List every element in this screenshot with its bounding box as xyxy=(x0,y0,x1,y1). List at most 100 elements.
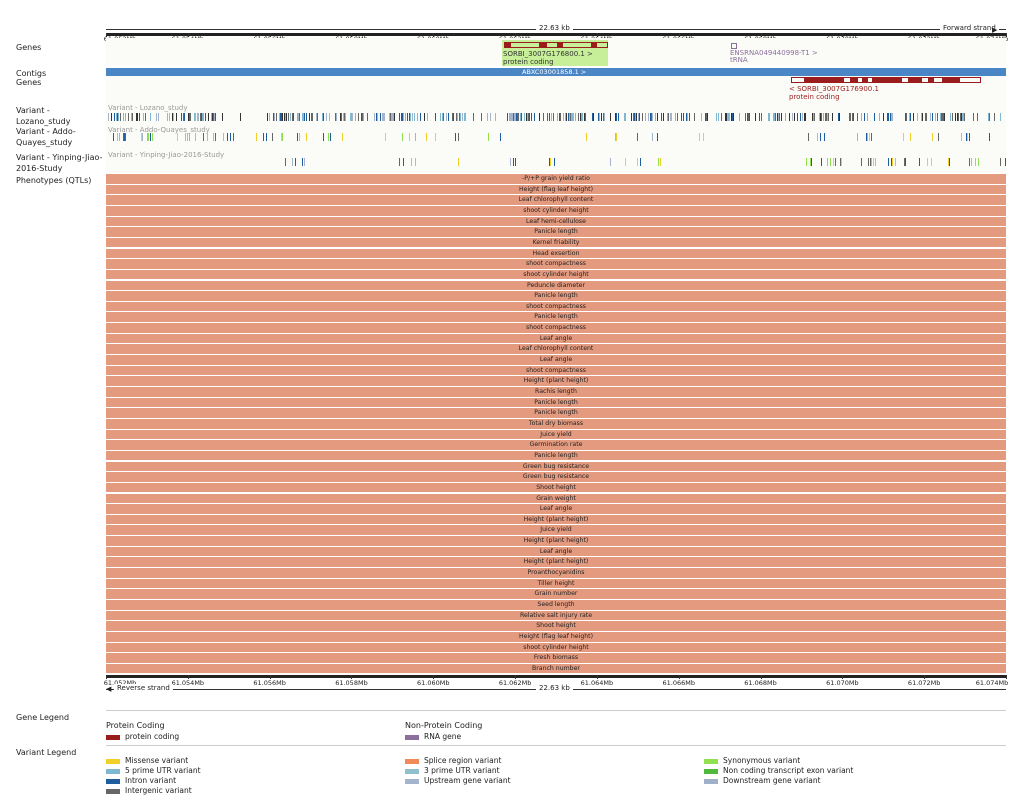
variant-mark[interactable] xyxy=(671,113,672,121)
variant-mark[interactable] xyxy=(616,133,617,141)
variant-mark[interactable] xyxy=(652,113,653,121)
variant-mark[interactable] xyxy=(443,113,444,121)
variant-mark[interactable] xyxy=(827,158,828,166)
variant-mark[interactable] xyxy=(888,113,889,121)
variant-mark[interactable] xyxy=(173,113,174,121)
qtl-row[interactable]: Shoot height xyxy=(106,482,1006,493)
variant-mark[interactable] xyxy=(410,113,411,121)
variant-mark[interactable] xyxy=(150,113,151,121)
variant-mark[interactable] xyxy=(797,113,798,121)
variant-mark[interactable] xyxy=(169,113,170,121)
qtl-row[interactable]: Juice yield xyxy=(106,525,1006,536)
variant-mark[interactable] xyxy=(977,113,978,121)
variant-mark[interactable] xyxy=(312,113,313,121)
variant-mark[interactable] xyxy=(971,158,972,166)
variant-mark[interactable] xyxy=(640,158,641,166)
variant-mark[interactable] xyxy=(769,113,770,121)
variant-mark[interactable] xyxy=(177,133,178,141)
variant-mark[interactable] xyxy=(610,113,611,121)
variant-mark[interactable] xyxy=(529,113,530,121)
variant-mark[interactable] xyxy=(913,113,914,121)
variant-mark[interactable] xyxy=(566,113,567,121)
variant-mark[interactable] xyxy=(867,113,868,121)
variant-mark[interactable] xyxy=(145,113,146,121)
variant-mark[interactable] xyxy=(821,113,822,121)
variant-mark[interactable] xyxy=(326,113,327,121)
qtl-row[interactable]: Leaf angle xyxy=(106,504,1006,514)
qtl-row[interactable]: Panicle length xyxy=(106,450,1006,461)
qtl-row[interactable]: Leaf angle xyxy=(106,355,1006,365)
variant-mark[interactable] xyxy=(203,133,204,141)
variant-mark[interactable] xyxy=(599,113,600,121)
variant-mark[interactable] xyxy=(663,113,664,121)
gene-model-sorbi-176900[interactable] xyxy=(791,77,981,83)
qtl-row[interactable]: Leaf hemi-cellulose xyxy=(106,216,1006,227)
qtl-row[interactable]: -P/+P grain yield ratio xyxy=(106,174,1006,184)
variant-mark[interactable] xyxy=(117,133,118,141)
variant-mark[interactable] xyxy=(868,158,869,166)
variant-mark[interactable] xyxy=(781,113,782,121)
variant-mark[interactable] xyxy=(978,158,979,166)
variant-mark[interactable] xyxy=(560,113,561,121)
variant-mark[interactable] xyxy=(839,113,840,121)
variant-mark[interactable] xyxy=(455,133,456,141)
qtl-row[interactable]: Panicle length xyxy=(106,397,1006,408)
qtl-row[interactable]: Height (plant height) xyxy=(106,514,1006,525)
variant-mark[interactable] xyxy=(792,113,793,121)
variant-mark[interactable] xyxy=(926,113,927,121)
variant-mark[interactable] xyxy=(282,133,283,141)
variant-mark[interactable] xyxy=(458,158,459,166)
variant-mark[interactable] xyxy=(267,113,268,121)
variant-mark[interactable] xyxy=(198,113,199,121)
variant-mark[interactable] xyxy=(295,158,296,166)
variant-mark[interactable] xyxy=(272,133,273,141)
qtl-row[interactable]: Height (flag leaf height) xyxy=(106,184,1006,195)
variant-mark[interactable] xyxy=(227,133,228,141)
qtl-row[interactable]: Branch number xyxy=(106,663,1006,674)
variant-mark[interactable] xyxy=(789,113,790,121)
variant-mark[interactable] xyxy=(215,113,216,121)
variant-mark[interactable] xyxy=(864,113,865,121)
variant-mark[interactable] xyxy=(616,113,617,121)
variant-mark[interactable] xyxy=(699,133,700,141)
variant-mark[interactable] xyxy=(355,113,356,121)
variant-mark[interactable] xyxy=(601,113,602,121)
variant-mark[interactable] xyxy=(487,113,488,121)
variant-mark[interactable] xyxy=(989,133,990,141)
qtl-row[interactable]: Leaf angle xyxy=(106,333,1006,344)
variant-mark[interactable] xyxy=(460,113,461,121)
variant-mark[interactable] xyxy=(808,133,809,141)
variant-mark[interactable] xyxy=(785,113,786,121)
variant-mark[interactable] xyxy=(152,133,153,141)
variant-mark[interactable] xyxy=(873,158,874,166)
variant-mark[interactable] xyxy=(293,113,294,121)
variant-mark[interactable] xyxy=(143,113,144,121)
variant-mark[interactable] xyxy=(931,158,932,166)
variant-mark[interactable] xyxy=(761,113,762,121)
variant-mark[interactable] xyxy=(342,133,343,141)
variant-mark[interactable] xyxy=(420,113,421,121)
variant-mark[interactable] xyxy=(515,158,516,166)
variant-mark[interactable] xyxy=(119,133,120,141)
variant-mark[interactable] xyxy=(1000,113,1001,121)
variant-mark[interactable] xyxy=(639,113,640,121)
variant-mark[interactable] xyxy=(930,113,931,121)
variant-mark[interactable] xyxy=(853,113,854,121)
variant-mark[interactable] xyxy=(207,133,208,141)
variant-mark[interactable] xyxy=(195,113,196,121)
variant-mark[interactable] xyxy=(850,113,851,121)
variant-mark[interactable] xyxy=(415,158,416,166)
variant-mark[interactable] xyxy=(187,133,188,141)
variant-mark[interactable] xyxy=(223,133,224,141)
qtl-row[interactable]: Leaf chlorophyll content xyxy=(106,344,1006,354)
variant-mark[interactable] xyxy=(358,113,359,121)
variant-mark[interactable] xyxy=(857,133,858,141)
qtl-row[interactable]: Rachis length xyxy=(106,387,1006,397)
variant-mark[interactable] xyxy=(820,133,821,141)
qtl-row[interactable]: Grain number xyxy=(106,589,1006,599)
qtl-row[interactable]: shoot cylinder height xyxy=(106,205,1006,216)
variant-mark[interactable] xyxy=(403,113,404,121)
variant-mark[interactable] xyxy=(937,113,938,121)
qtl-row[interactable]: Head exsertion xyxy=(106,248,1006,259)
variant-mark[interactable] xyxy=(427,113,428,121)
